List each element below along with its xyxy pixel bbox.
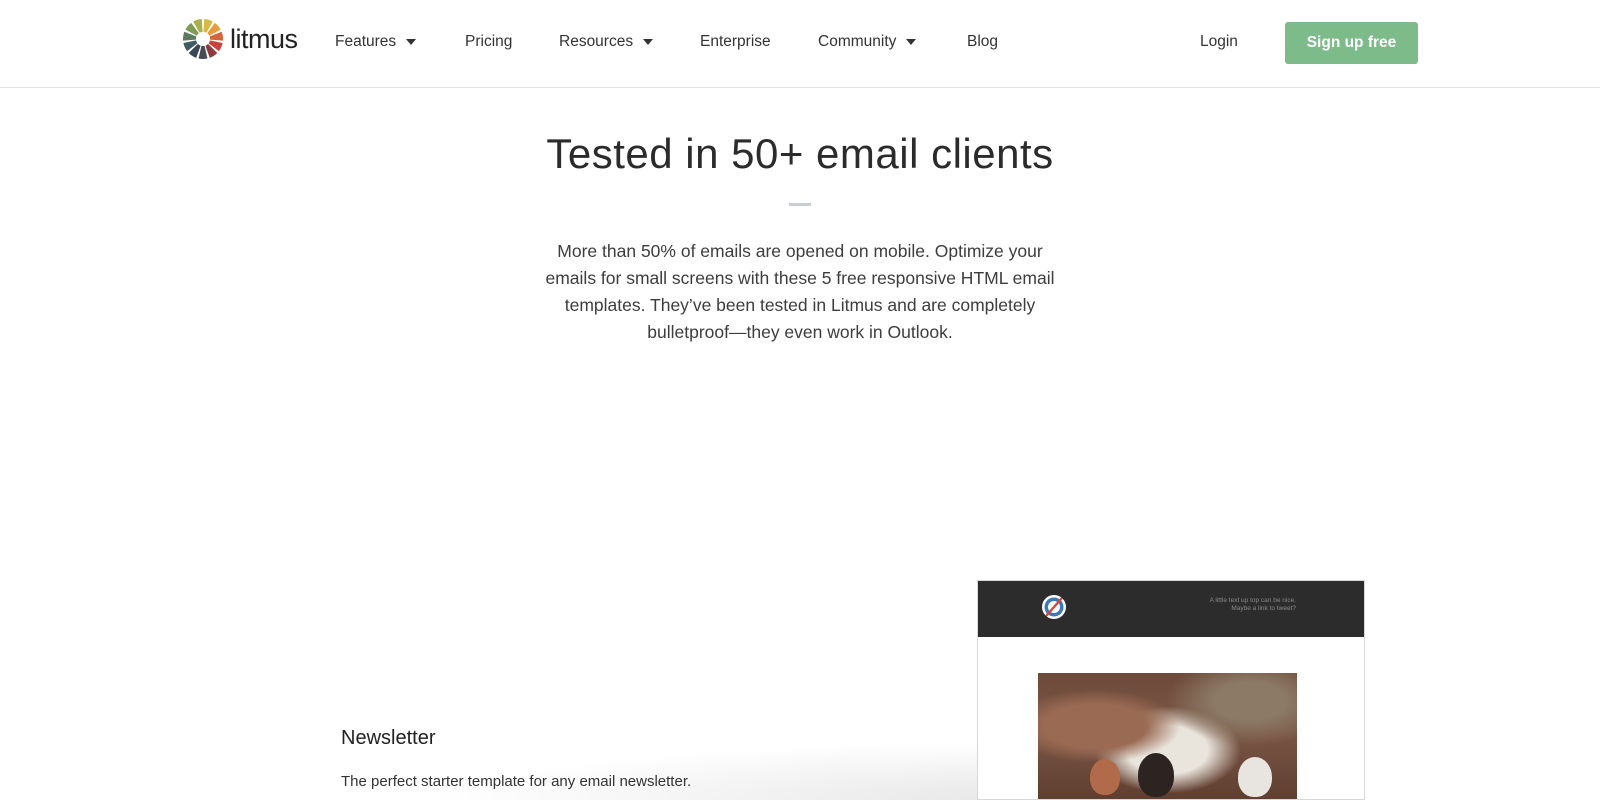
chevron-down-icon xyxy=(643,39,654,45)
litmus-logo-icon xyxy=(183,19,223,59)
nav-community[interactable]: Community xyxy=(818,30,917,54)
login-link[interactable]: Login xyxy=(1200,30,1238,54)
template-preview[interactable]: A little text up top can be nice. Maybe … xyxy=(977,580,1365,800)
litmus-logo[interactable]: litmus xyxy=(182,18,298,60)
cup-icon xyxy=(1138,753,1174,797)
compass-logo-icon xyxy=(1042,595,1066,619)
preview-top-note-line1: A little text up top can be nice. xyxy=(1209,597,1296,604)
nav-resources[interactable]: Resources xyxy=(559,30,654,54)
cup-icon xyxy=(1090,759,1120,795)
nav-blog[interactable]: Blog xyxy=(967,30,998,54)
nav-resources-label: Resources xyxy=(559,33,634,50)
preview-email-header: A little text up top can be nice. Maybe … xyxy=(978,581,1364,637)
preview-top-note: A little text up top can be nice. Maybe … xyxy=(1210,597,1296,613)
cup-icon xyxy=(1238,757,1272,797)
title-divider xyxy=(789,203,811,206)
section-title: Tested in 50+ email clients xyxy=(546,130,1054,177)
logo-wordmark: litmus xyxy=(230,23,298,54)
nav-enterprise[interactable]: Enterprise xyxy=(700,30,771,54)
chevron-down-icon xyxy=(906,39,917,45)
chevron-down-icon xyxy=(406,39,417,45)
nav-pricing[interactable]: Pricing xyxy=(465,30,512,54)
nav-community-label: Community xyxy=(818,33,897,50)
nav-features-label: Features xyxy=(335,33,397,50)
template-title: Newsletter xyxy=(341,727,436,749)
logo-petal xyxy=(198,45,208,59)
nav-pricing-label: Pricing xyxy=(465,33,513,50)
nav-enterprise-label: Enterprise xyxy=(700,33,771,50)
top-nav: litmus Features Pricing Resources Enterp… xyxy=(0,0,1600,88)
preview-top-note-line2: Maybe a link to tweet? xyxy=(1231,605,1296,612)
section-description: More than 50% of emails are opened on mo… xyxy=(545,241,1055,342)
template-description: The perfect starter template for any ema… xyxy=(341,773,692,790)
signup-button[interactable]: Sign up free xyxy=(1285,22,1418,64)
nav-features[interactable]: Features xyxy=(335,30,417,54)
login-label: Login xyxy=(1200,33,1238,50)
nav-blog-label: Blog xyxy=(967,33,999,50)
preview-hero-image xyxy=(1038,673,1297,799)
